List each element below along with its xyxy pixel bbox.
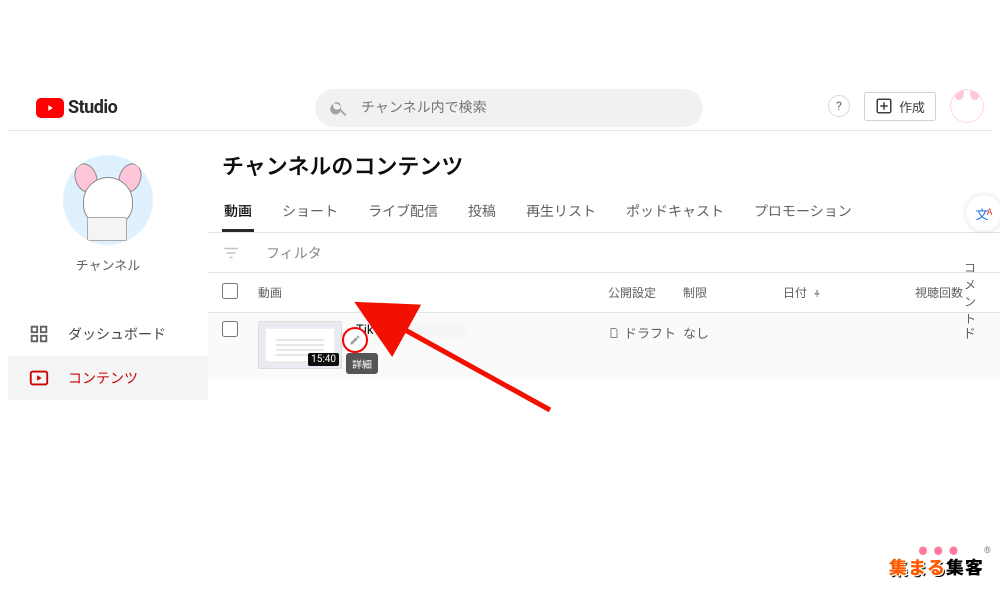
sidebar: チャンネル ダッシュボード コンテンツ (8, 131, 208, 400)
select-all-checkbox[interactable] (222, 283, 238, 299)
video-duration: 15:40 (308, 353, 339, 366)
channel-avatar[interactable] (63, 155, 153, 245)
draft-icon (608, 327, 620, 339)
search-input[interactable] (361, 100, 689, 116)
nav-content[interactable]: コンテンツ (8, 356, 208, 400)
col-comments[interactable]: コメント (963, 259, 986, 327)
channel-name-redacted (63, 278, 153, 294)
content-icon (28, 367, 50, 389)
filter-label: フィルタ (266, 243, 322, 263)
col-restrictions[interactable]: 制限 (683, 284, 783, 301)
search-box[interactable] (315, 89, 703, 127)
cell-visibility: ドラフト (608, 321, 683, 342)
page-title: チャンネルのコンテンツ (208, 131, 1000, 189)
tab-podcasts[interactable]: ポッドキャスト (624, 195, 726, 232)
watermark: ● ● ● 集まる集客 ® (889, 554, 984, 580)
help-icon[interactable]: ? (828, 95, 850, 117)
youtube-play-icon (36, 98, 64, 118)
tab-playlists[interactable]: 再生リスト (524, 195, 598, 232)
video-title[interactable]: TikTok (356, 321, 608, 338)
search-icon (329, 98, 349, 118)
main-area: チャンネルのコンテンツ 動画 ショート ライブ配信 投稿 再生リスト ポッドキャ… (208, 131, 1000, 377)
create-plus-icon (875, 97, 893, 115)
detail-tooltip: 詳細 (346, 353, 378, 374)
tab-posts[interactable]: 投稿 (466, 195, 498, 232)
channel-label: チャンネル (8, 255, 208, 274)
create-label: 作成 (899, 97, 925, 116)
create-button[interactable]: 作成 (864, 92, 936, 121)
title-redacted (395, 324, 465, 338)
nav-dashboard[interactable]: ダッシュボード (8, 312, 208, 356)
col-date[interactable]: 日付 (783, 284, 883, 301)
filter-icon (222, 244, 240, 262)
tab-shorts[interactable]: ショート (280, 195, 340, 232)
dashboard-icon (28, 323, 50, 345)
row-checkbox[interactable] (222, 321, 238, 337)
col-video[interactable]: 動画 (258, 284, 608, 301)
table-header: 動画 公開設定 制限 日付 視聴回数 コメント (208, 273, 1000, 313)
tab-live[interactable]: ライブ配信 (366, 195, 440, 232)
account-avatar[interactable] (950, 89, 984, 123)
edit-details-button[interactable] (342, 327, 368, 353)
video-thumbnail[interactable]: 15:40 (258, 321, 342, 369)
header-actions: ? 作成 (828, 89, 984, 123)
pencil-icon (349, 334, 361, 346)
tab-videos[interactable]: 動画 (222, 195, 254, 232)
app-header: Studio ? 作成 (8, 85, 992, 131)
col-views[interactable]: 視聴回数 (883, 284, 963, 301)
video-row[interactable]: 15:40 詳細 TikTok ドラフト なし ド (208, 313, 1000, 377)
translate-fab[interactable]: 文A (966, 195, 1000, 231)
col-visibility[interactable]: 公開設定 (608, 284, 683, 301)
filter-bar[interactable]: フィルタ (208, 233, 1000, 273)
studio-logo[interactable]: Studio (8, 97, 117, 118)
nav-label: ダッシュボード (68, 324, 166, 344)
sort-down-icon (811, 287, 823, 299)
cell-restrictions: なし (683, 321, 783, 342)
cell-comments: ド (963, 321, 986, 342)
logo-text: Studio (68, 97, 117, 118)
nav-label: コンテンツ (68, 368, 138, 388)
content-tabs: 動画 ショート ライブ配信 投稿 再生リスト ポッドキャスト プロモーション (208, 189, 1000, 233)
tab-promotion[interactable]: プロモーション (752, 195, 854, 232)
